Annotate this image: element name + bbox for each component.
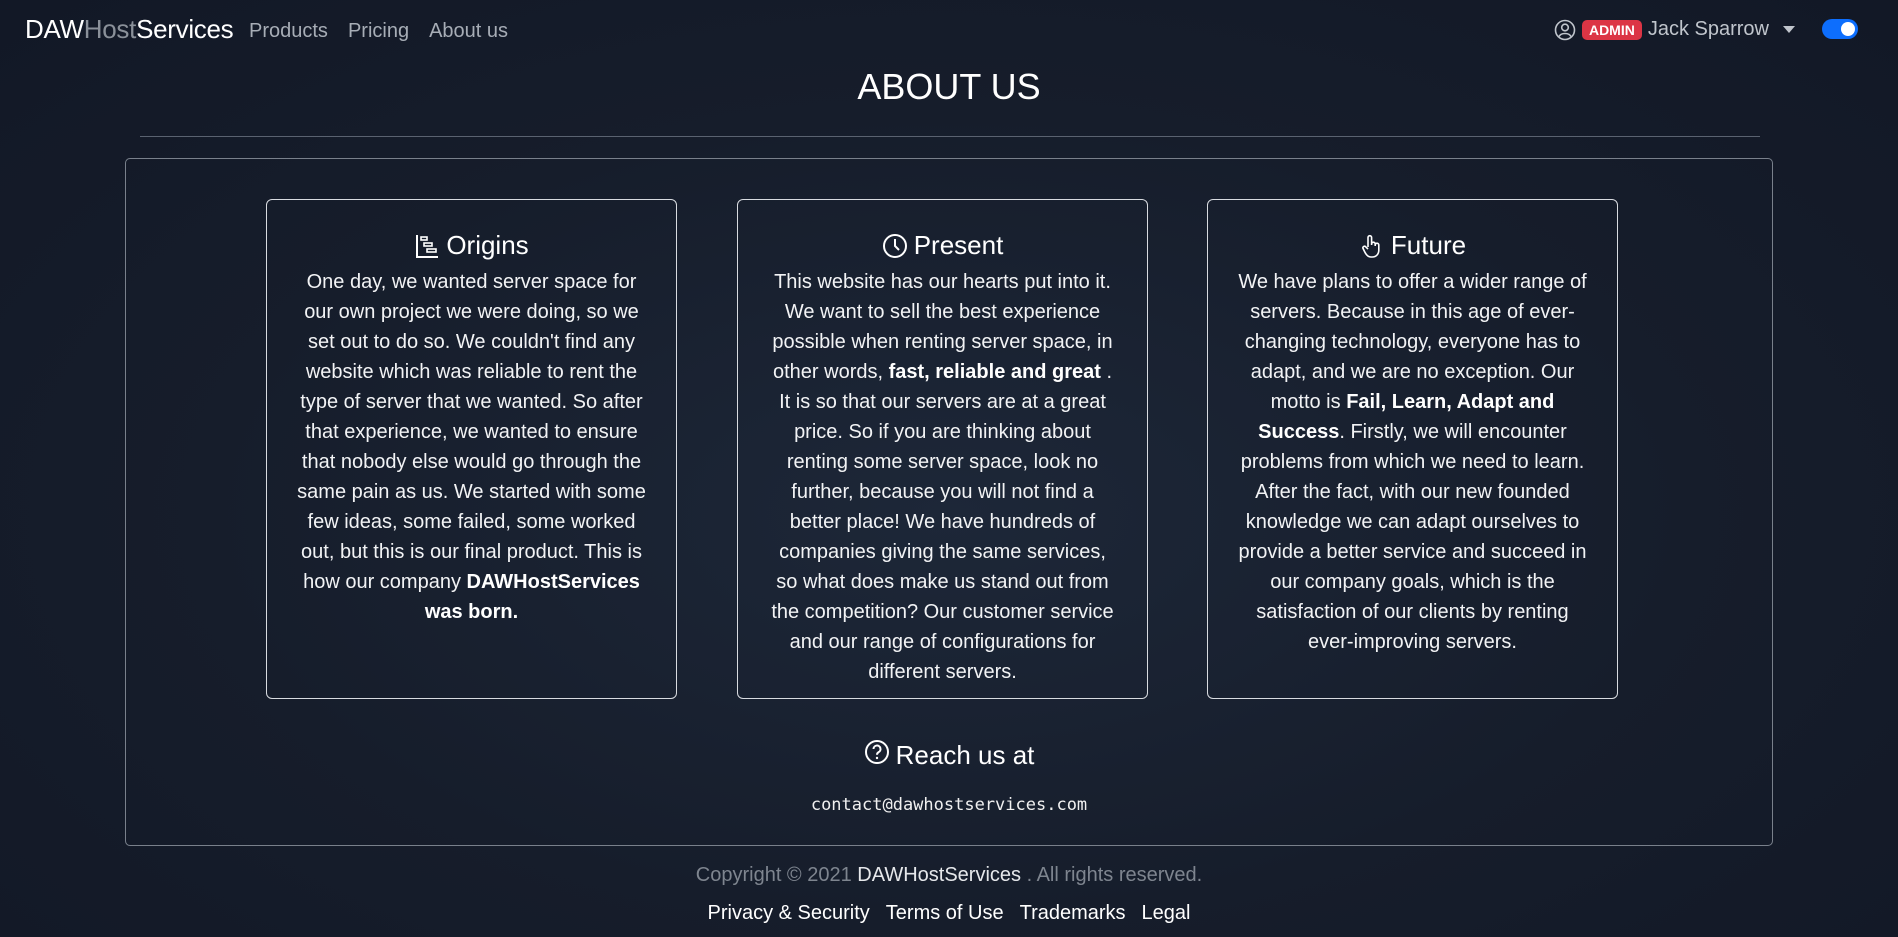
nav-link-products[interactable]: Products xyxy=(249,20,328,43)
card-title-future: Future xyxy=(1208,230,1617,261)
admin-badge: ADMIN xyxy=(1581,19,1642,40)
title-divider xyxy=(140,136,1760,137)
contact-heading: Reach us at xyxy=(0,739,1898,772)
navbar: DAWHostServices Products Pricing About u… xyxy=(0,0,1898,60)
card-present: Present This website has our hearts put … xyxy=(737,199,1148,699)
card-text-after: . It is so that our servers are at a gre… xyxy=(771,361,1114,683)
copyright-prefix: Copyright © 2021 xyxy=(695,864,852,886)
footer-link-privacy[interactable]: Privacy & Security xyxy=(708,902,870,925)
brand-part-daw: DAW xyxy=(25,14,84,44)
card-body-origins: One day, we wanted server space for our … xyxy=(267,267,676,627)
card-text-after: . Firstly, we will encounter problems fr… xyxy=(1238,421,1587,653)
footer-link-legal[interactable]: Legal xyxy=(1142,902,1191,925)
card-body-future: We have plans to offer a wider range of … xyxy=(1208,267,1617,657)
card-origins: Origins One day, we wanted server space … xyxy=(266,199,677,699)
footer-link-terms[interactable]: Terms of Use xyxy=(886,902,1004,925)
brand-part-host: Host xyxy=(83,14,137,44)
toggle-knob xyxy=(1841,22,1855,36)
pointer-hand-icon xyxy=(1359,233,1385,259)
card-title-present: Present xyxy=(738,230,1147,261)
footer-link-trademarks[interactable]: Trademarks xyxy=(1020,902,1126,925)
nav-link-about[interactable]: About us xyxy=(429,20,508,43)
card-title-origins: Origins xyxy=(267,230,676,261)
contact-title: Reach us at xyxy=(895,740,1035,770)
card-title-text: Origins xyxy=(446,230,529,260)
brand-logo[interactable]: DAWHostServices xyxy=(25,14,234,45)
clock-icon xyxy=(882,233,908,259)
chevron-down-icon[interactable] xyxy=(1783,26,1795,33)
timeline-bars-icon xyxy=(414,233,440,259)
card-title-text: Future xyxy=(1390,230,1467,260)
card-future: Future We have plans to offer a wider ra… xyxy=(1207,199,1618,699)
user-circle-icon xyxy=(1554,19,1576,41)
username[interactable]: Jack Sparrow xyxy=(1648,18,1769,41)
question-circle-icon xyxy=(864,739,890,772)
card-text: One day, we wanted server space for our … xyxy=(297,271,646,593)
copyright-suffix: . All rights reserved. xyxy=(1026,864,1203,886)
footer-links: Privacy & Security Terms of Use Trademar… xyxy=(0,902,1898,925)
copyright-company: DAWHostServices xyxy=(857,864,1022,886)
copyright: Copyright © 2021 DAWHostServices . All r… xyxy=(0,864,1898,887)
card-title-text: Present xyxy=(913,230,1004,260)
user-menu[interactable]: ADMIN Jack Sparrow xyxy=(1554,18,1795,41)
theme-toggle[interactable] xyxy=(1822,19,1858,39)
page-title: ABOUT US xyxy=(857,66,1041,107)
card-body-present: This website has our hearts put into it.… xyxy=(738,267,1147,687)
card-text-bold: fast, reliable and great xyxy=(888,361,1101,383)
contact-email[interactable]: contact@dawhostservices.com xyxy=(0,795,1898,815)
brand-part-services: Services xyxy=(136,14,234,44)
nav-link-pricing[interactable]: Pricing xyxy=(348,20,409,43)
nav-links: Products Pricing About us xyxy=(249,20,508,43)
